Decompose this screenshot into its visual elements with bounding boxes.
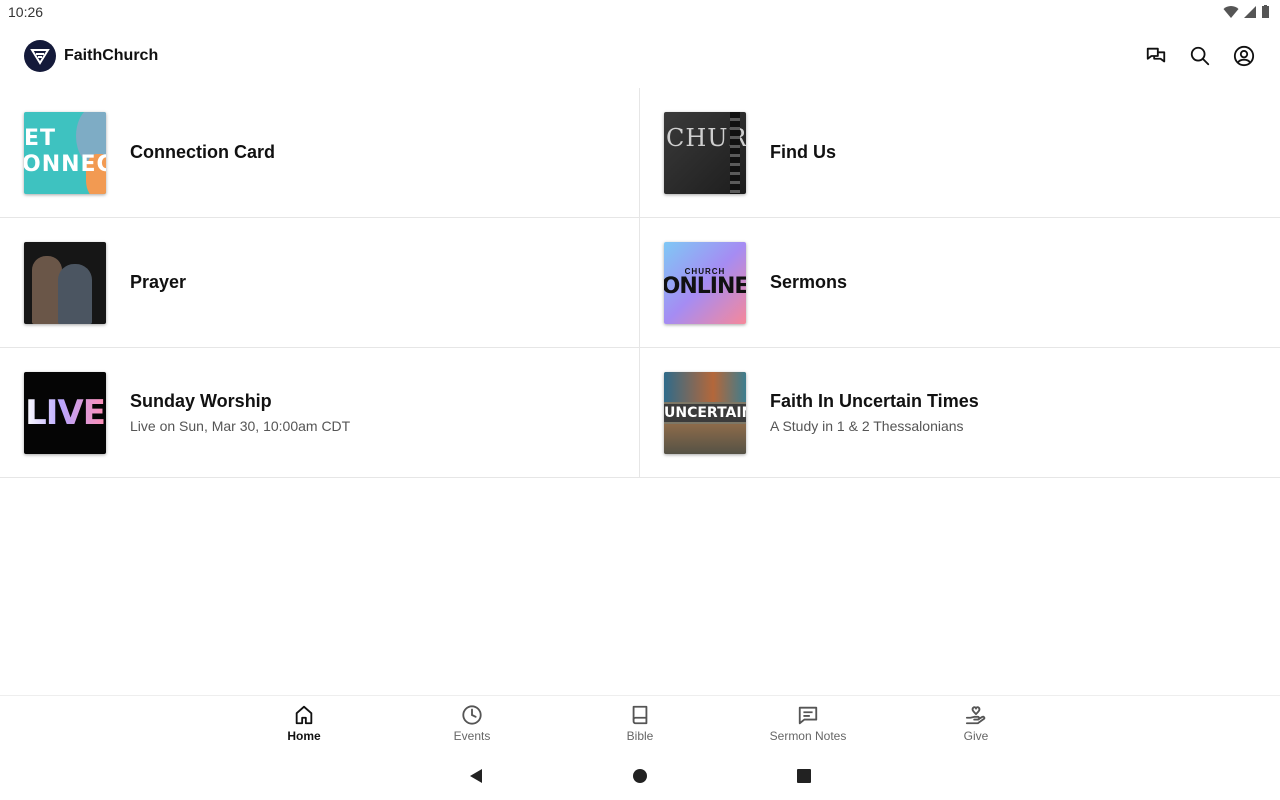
messages-button[interactable] xyxy=(1144,44,1168,68)
back-triangle-icon xyxy=(470,768,482,783)
tile-title: Sunday Worship xyxy=(130,391,272,411)
thumb-text: LIVE xyxy=(25,392,106,433)
nav-sermon-notes[interactable]: Sermon Notes xyxy=(724,696,892,751)
nav-home[interactable]: Home xyxy=(220,696,388,751)
nav-give[interactable]: Give xyxy=(892,696,1060,751)
app-actions xyxy=(1144,44,1256,68)
tile-find-us[interactable]: CHURCH Find Us xyxy=(640,88,1280,218)
tile-faith-in-uncertain-times[interactable]: UNCERTAIN Faith In Uncertain Times A Stu… xyxy=(640,348,1280,478)
app-title: FaithChurch xyxy=(64,47,159,64)
nav-label: Sermon Notes xyxy=(769,729,847,743)
chat-icon xyxy=(1146,47,1166,63)
give-icon xyxy=(965,706,986,725)
sunday-worship-thumbnail: LIVE xyxy=(24,371,106,454)
account-icon xyxy=(1233,45,1255,67)
nav-label: Events xyxy=(453,729,491,743)
status-icons xyxy=(1223,5,1270,19)
tile-title: Sermons xyxy=(770,272,848,292)
nav-bible[interactable]: Bible xyxy=(556,696,724,751)
search-button[interactable] xyxy=(1188,44,1212,68)
battery-icon xyxy=(1262,5,1269,18)
sermons-thumbnail: CHURCH ONLINE xyxy=(664,241,746,324)
profile-button[interactable] xyxy=(1232,44,1256,68)
tile-title: Faith In Uncertain Times xyxy=(770,391,979,411)
tile-sunday-worship[interactable]: LIVE Sunday Worship Live on Sun, Mar 30,… xyxy=(0,348,640,478)
tile-sermons[interactable]: CHURCH ONLINE Sermons xyxy=(640,218,1280,348)
connection-card-thumbnail: ET ONNECTE xyxy=(24,111,106,194)
church-logo xyxy=(24,40,56,72)
clock-icon xyxy=(462,705,482,725)
system-navigation-bar xyxy=(0,751,1280,800)
faith-series-thumbnail: UNCERTAIN xyxy=(664,371,746,454)
tile-title: Find Us xyxy=(770,142,836,162)
home-circle-icon xyxy=(633,768,647,783)
thumb-text: ONNECTE xyxy=(24,151,106,177)
nav-label: Home xyxy=(287,729,321,743)
content-grid: ET ONNECTE Connection Card CHURCH Find U… xyxy=(0,88,1280,478)
thumb-text: UNCERTAIN xyxy=(664,403,746,422)
wifi-icon xyxy=(1223,6,1239,19)
thumb-text: ONLINE xyxy=(664,274,746,299)
notes-icon xyxy=(798,706,818,725)
home-icon xyxy=(295,705,313,725)
signal-icon xyxy=(1244,6,1256,18)
tile-subtitle: A Study in 1 & 2 Thessalonians xyxy=(770,418,964,434)
logo-mark-icon xyxy=(30,49,50,65)
bottom-navigation: Home Events Bible Sermon Notes Give xyxy=(0,695,1280,751)
book-icon xyxy=(632,705,648,725)
app-bar: FaithChurch xyxy=(0,24,1280,88)
system-recents-button[interactable] xyxy=(792,764,816,788)
tile-title: Prayer xyxy=(130,272,187,292)
status-time: 10:26 xyxy=(8,4,44,20)
find-us-thumbnail: CHURCH xyxy=(664,111,746,194)
tile-prayer[interactable]: Prayer xyxy=(0,218,640,348)
tile-connection-card[interactable]: ET ONNECTE Connection Card xyxy=(0,88,640,218)
thumb-text: ET xyxy=(24,125,57,151)
recents-square-icon xyxy=(797,768,811,783)
status-bar: 10:26 xyxy=(0,0,1280,24)
prayer-thumbnail xyxy=(24,241,106,324)
nav-events[interactable]: Events xyxy=(388,696,556,751)
search-icon xyxy=(1190,46,1210,66)
nav-label: Give xyxy=(963,729,989,743)
system-home-button[interactable] xyxy=(628,764,652,788)
nav-label: Bible xyxy=(626,729,654,743)
tile-title: Connection Card xyxy=(130,142,276,162)
tile-subtitle: Live on Sun, Mar 30, 10:00am CDT xyxy=(130,418,351,434)
system-back-button[interactable] xyxy=(464,764,488,788)
